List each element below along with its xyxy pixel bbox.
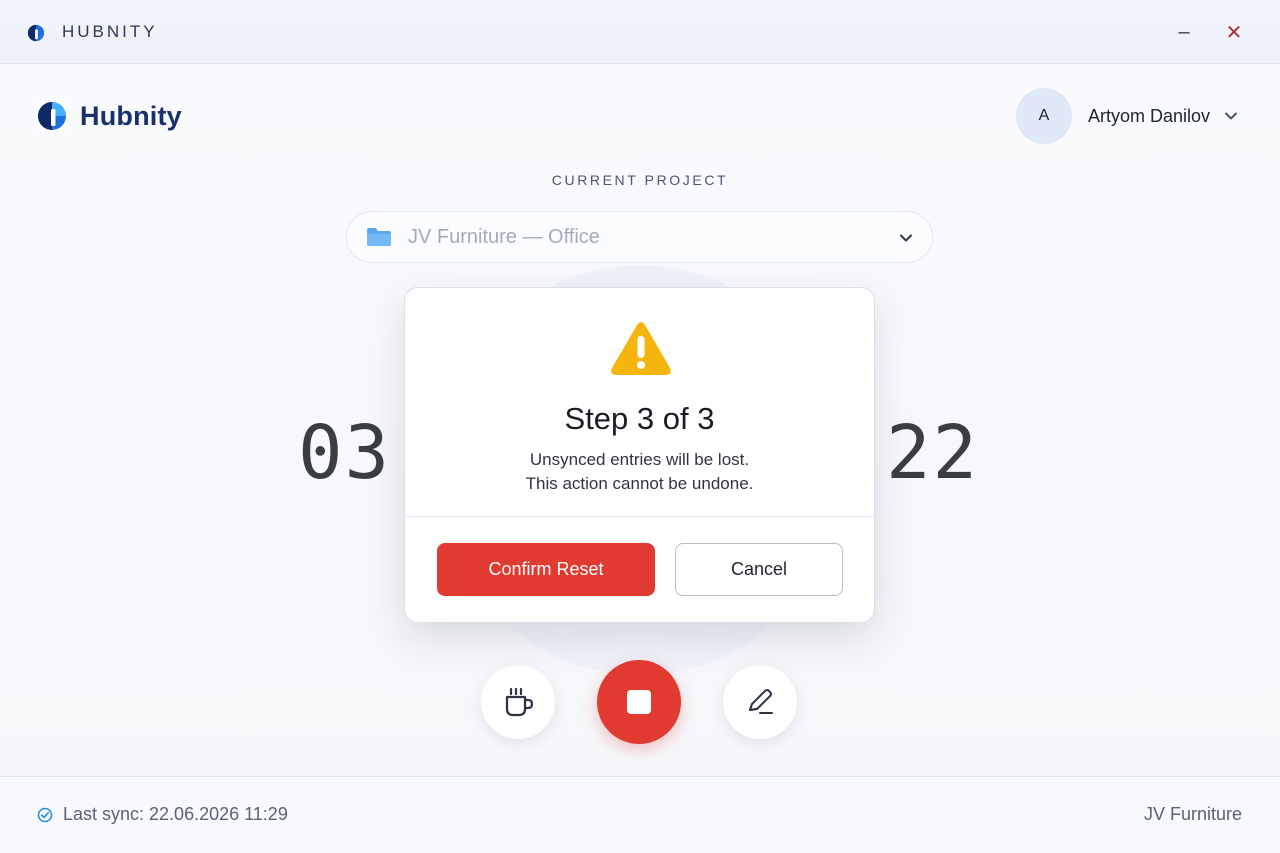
- dialog-title: Step 3 of 3: [564, 401, 715, 436]
- user-menu[interactable]: A Artyom Danilov: [1016, 88, 1238, 144]
- window-title: HUBNITY: [62, 22, 158, 41]
- status-footer: Last sync: 22.06.2026 11:29 JV Furniture: [0, 776, 1280, 853]
- stop-button[interactable]: [597, 660, 681, 744]
- chevron-down-icon: [899, 234, 913, 242]
- last-sync-text: Last sync: 22.06.2026 11:29: [63, 804, 288, 824]
- user-name: Artyom Danilov: [1088, 105, 1211, 126]
- brand-name: Hubnity: [80, 100, 182, 131]
- title-bar: HUBNITY – ✕: [0, 0, 1280, 64]
- app-window: HUBNITY – ✕ Hubnity A Artyom Danilov CUR…: [0, 0, 1280, 853]
- pencil-icon: [749, 689, 773, 714]
- dialog-message-line: This action cannot be undone.: [525, 474, 754, 493]
- coffee-cup-icon: [505, 687, 534, 717]
- break-button[interactable]: [481, 665, 555, 739]
- sync-status: Last sync: 22.06.2026 11:29: [37, 804, 288, 825]
- current-project-label: CURRENT PROJECT: [551, 172, 729, 188]
- project-select[interactable]: JV Furniture — Office: [346, 211, 933, 263]
- warning-triangle-icon: [611, 322, 671, 375]
- folder-icon: [367, 228, 391, 246]
- brand: Hubnity: [36, 99, 182, 133]
- close-button[interactable]: ✕: [1219, 18, 1249, 46]
- minimize-button[interactable]: –: [1169, 18, 1199, 46]
- reset-confirm-dialog: Step 3 of 3 Unsynced entries will be los…: [404, 287, 875, 623]
- edit-button[interactable]: [723, 665, 797, 739]
- footer-project-name: JV Furniture: [1143, 804, 1242, 824]
- avatar: A: [1016, 88, 1072, 144]
- hubnity-logo-icon: [36, 100, 68, 132]
- dialog-message-line: Unsynced entries will be lost.: [529, 450, 750, 469]
- dialog-divider: [405, 516, 874, 517]
- chevron-down-icon: [1225, 112, 1238, 120]
- hubnity-logo-icon: [27, 24, 45, 42]
- project-select-value: JV Furniture — Office: [408, 225, 600, 248]
- timer-digits-left: 03: [298, 410, 392, 496]
- confirm-reset-button[interactable]: Confirm Reset: [437, 543, 655, 596]
- check-circle-icon: [37, 807, 53, 822]
- timer-digits-right: 22: [886, 410, 980, 496]
- stop-icon: [627, 690, 651, 714]
- cancel-button[interactable]: Cancel: [675, 543, 843, 596]
